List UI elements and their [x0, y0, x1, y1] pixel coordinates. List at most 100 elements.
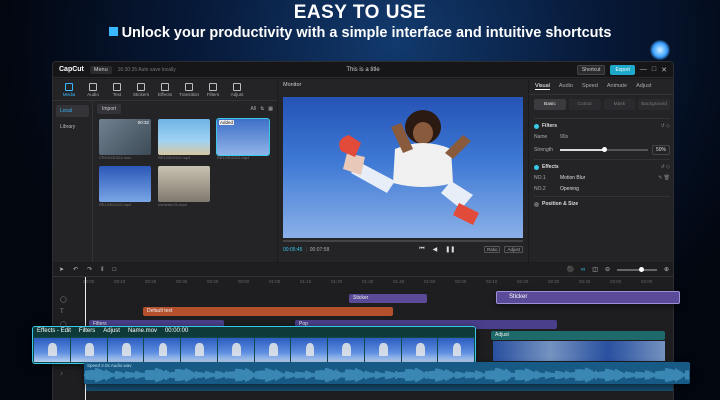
scrub-bar[interactable] [283, 240, 523, 242]
tool-adjust[interactable]: Adjust [225, 81, 249, 98]
subtab-mask[interactable]: Mask [603, 99, 636, 110]
minimize-icon[interactable]: — [640, 66, 647, 73]
edit-delete-icon[interactable]: ✎ 🗑 [658, 175, 670, 181]
tool-label: Audio [87, 92, 99, 97]
hero-subtitle-text: Unlock your productivity with a simple i… [121, 25, 612, 41]
filter-all-dropdown[interactable]: All [251, 106, 257, 112]
tool-text[interactable]: Text [105, 81, 129, 98]
undo-icon[interactable]: ↶ [73, 266, 78, 273]
floating-audio-clip[interactable]: Speed 2.0x Audio.wav [84, 362, 690, 384]
tool-label: Transition [179, 92, 199, 97]
reset-icon[interactable]: ↺ ◇ [661, 123, 670, 129]
delete-icon[interactable]: □ [113, 267, 117, 273]
adjust-clip[interactable]: Adjust [491, 331, 665, 340]
frame-thumb [254, 338, 291, 362]
video-preview[interactable] [283, 97, 523, 238]
skip-back-icon[interactable]: ⏮ [419, 246, 424, 253]
link-icon[interactable]: ∞ [581, 267, 585, 273]
reset-icon[interactable]: ↺ ◇ [661, 164, 670, 170]
shortcut-button[interactable]: Shortcut [576, 64, 606, 75]
filters-icon [209, 83, 217, 91]
ratio-button[interactable]: Ratio [483, 246, 501, 253]
transition-icon [185, 83, 193, 91]
adjust-button[interactable]: Adjust [504, 246, 523, 253]
sidebar-item-local[interactable]: Local [56, 105, 89, 117]
strength-value[interactable]: 50% [651, 145, 670, 155]
tool-label: Stickers [132, 92, 150, 97]
floating-video-clip[interactable]: Effects - Edit Filters Adjust Name.mov 0… [32, 326, 476, 364]
media-item[interactable]: comerta 01.mp4 [158, 166, 210, 211]
media-item[interactable]: Added RE12302412.mp4 [216, 118, 270, 164]
pause-icon[interactable]: ❚❚ [445, 246, 455, 253]
toggle-dot-icon[interactable] [534, 164, 539, 170]
autosave-status: 16:30:35 Auto save locally [117, 66, 176, 73]
close-icon[interactable]: ✕ [661, 66, 667, 74]
tool-audio[interactable]: Audio [81, 81, 105, 98]
subtab-background[interactable]: Background [638, 99, 670, 110]
step-back-icon[interactable]: ◀ [433, 246, 438, 253]
tab-adjust[interactable]: Adjust [636, 83, 651, 90]
zoom-out-icon[interactable]: ⊖ [605, 266, 610, 273]
tool-transition[interactable]: Transition [177, 81, 201, 98]
media-item[interactable]: RE12302412.mp4 [99, 166, 151, 211]
tab-visual[interactable]: Visual [535, 83, 550, 90]
media-thumbnail[interactable]: 00:32 [99, 119, 151, 155]
subtab-cutout[interactable]: Cutout [568, 99, 601, 110]
tab-animate[interactable]: Animate [607, 83, 627, 90]
toggle-dot-icon[interactable] [534, 201, 539, 207]
media-thumbnail[interactable]: Added [216, 118, 270, 156]
text-clip[interactable]: Default text [143, 307, 393, 316]
tool-media[interactable]: Media [57, 81, 81, 98]
redo-icon[interactable]: ↷ [87, 266, 92, 273]
export-button[interactable]: Export [610, 64, 635, 75]
sticker-clip[interactable]: Sticker [349, 294, 427, 303]
zoom-in-icon[interactable]: ⊕ [664, 266, 669, 273]
tool-label: Effects [158, 92, 172, 97]
strength-knob[interactable] [601, 147, 607, 152]
preview-axis-icon[interactable]: ◫ [592, 266, 598, 273]
strength-label: Strength [534, 147, 553, 153]
split-icon[interactable]: ‖ [101, 267, 103, 273]
maximize-icon[interactable]: □ [652, 66, 656, 73]
media-thumbnail[interactable] [99, 166, 151, 202]
strength-slider[interactable] [560, 147, 648, 152]
subtab-basic[interactable]: Basic [534, 99, 566, 110]
microphone-icon[interactable]: ⚫ [567, 266, 574, 273]
zoom-slider[interactable] [616, 266, 657, 272]
media-thumbnail[interactable] [158, 119, 210, 155]
frame-thumb [438, 338, 474, 362]
tab-audio[interactable]: Audio [559, 83, 573, 90]
timeline-ruler[interactable]: 00:00 00:10 00:20 00:30 00:40 00:50 01:00 01:10… [83, 277, 673, 286]
sort-icon[interactable]: ⇅ [260, 106, 264, 112]
media-thumbnail[interactable] [158, 166, 210, 202]
adjust-icon [233, 83, 241, 91]
media-item[interactable]: 00:32 CR01001024.mov [99, 119, 151, 164]
tab-speed[interactable]: Speed [582, 83, 598, 90]
text-icon [113, 83, 121, 91]
tool-effects[interactable]: Effects [153, 81, 177, 98]
glow-decoration [650, 40, 670, 60]
ruler-tick: 01:20 [331, 279, 343, 284]
name-label: Name [534, 134, 548, 140]
video-clip-tail[interactable] [493, 341, 665, 361]
effect-name: Motion Blur [560, 175, 586, 181]
menu-button[interactable]: Menu [89, 65, 112, 74]
tool-filters[interactable]: Filters [201, 81, 225, 98]
tool-stickers[interactable]: Stickers [129, 81, 153, 98]
sidebar-item-library[interactable]: Library [56, 121, 89, 133]
ruler-tick: 02:20 [517, 279, 529, 284]
floating-sticker-label: Sticker [509, 294, 528, 300]
grid-view-icon[interactable]: ▦ [268, 106, 273, 112]
frame-thumb [70, 338, 107, 362]
select-tool-icon[interactable]: ➤ [59, 266, 64, 273]
clip-header: Effects - Edit Filters Adjust Name.mov 0… [33, 327, 475, 337]
ruler-tick: 00:10 [114, 279, 126, 284]
toggle-dot-icon[interactable] [534, 123, 539, 129]
zoom-knob[interactable] [638, 266, 644, 272]
clip-filters-label: Filters [78, 328, 96, 334]
import-button[interactable]: Import [97, 104, 122, 114]
frame-thumb [401, 338, 438, 362]
media-item[interactable]: RE12302412.mp4 [158, 119, 210, 164]
frame-thumb [144, 338, 180, 362]
floating-sticker-clip[interactable]: Sticker [496, 291, 680, 304]
